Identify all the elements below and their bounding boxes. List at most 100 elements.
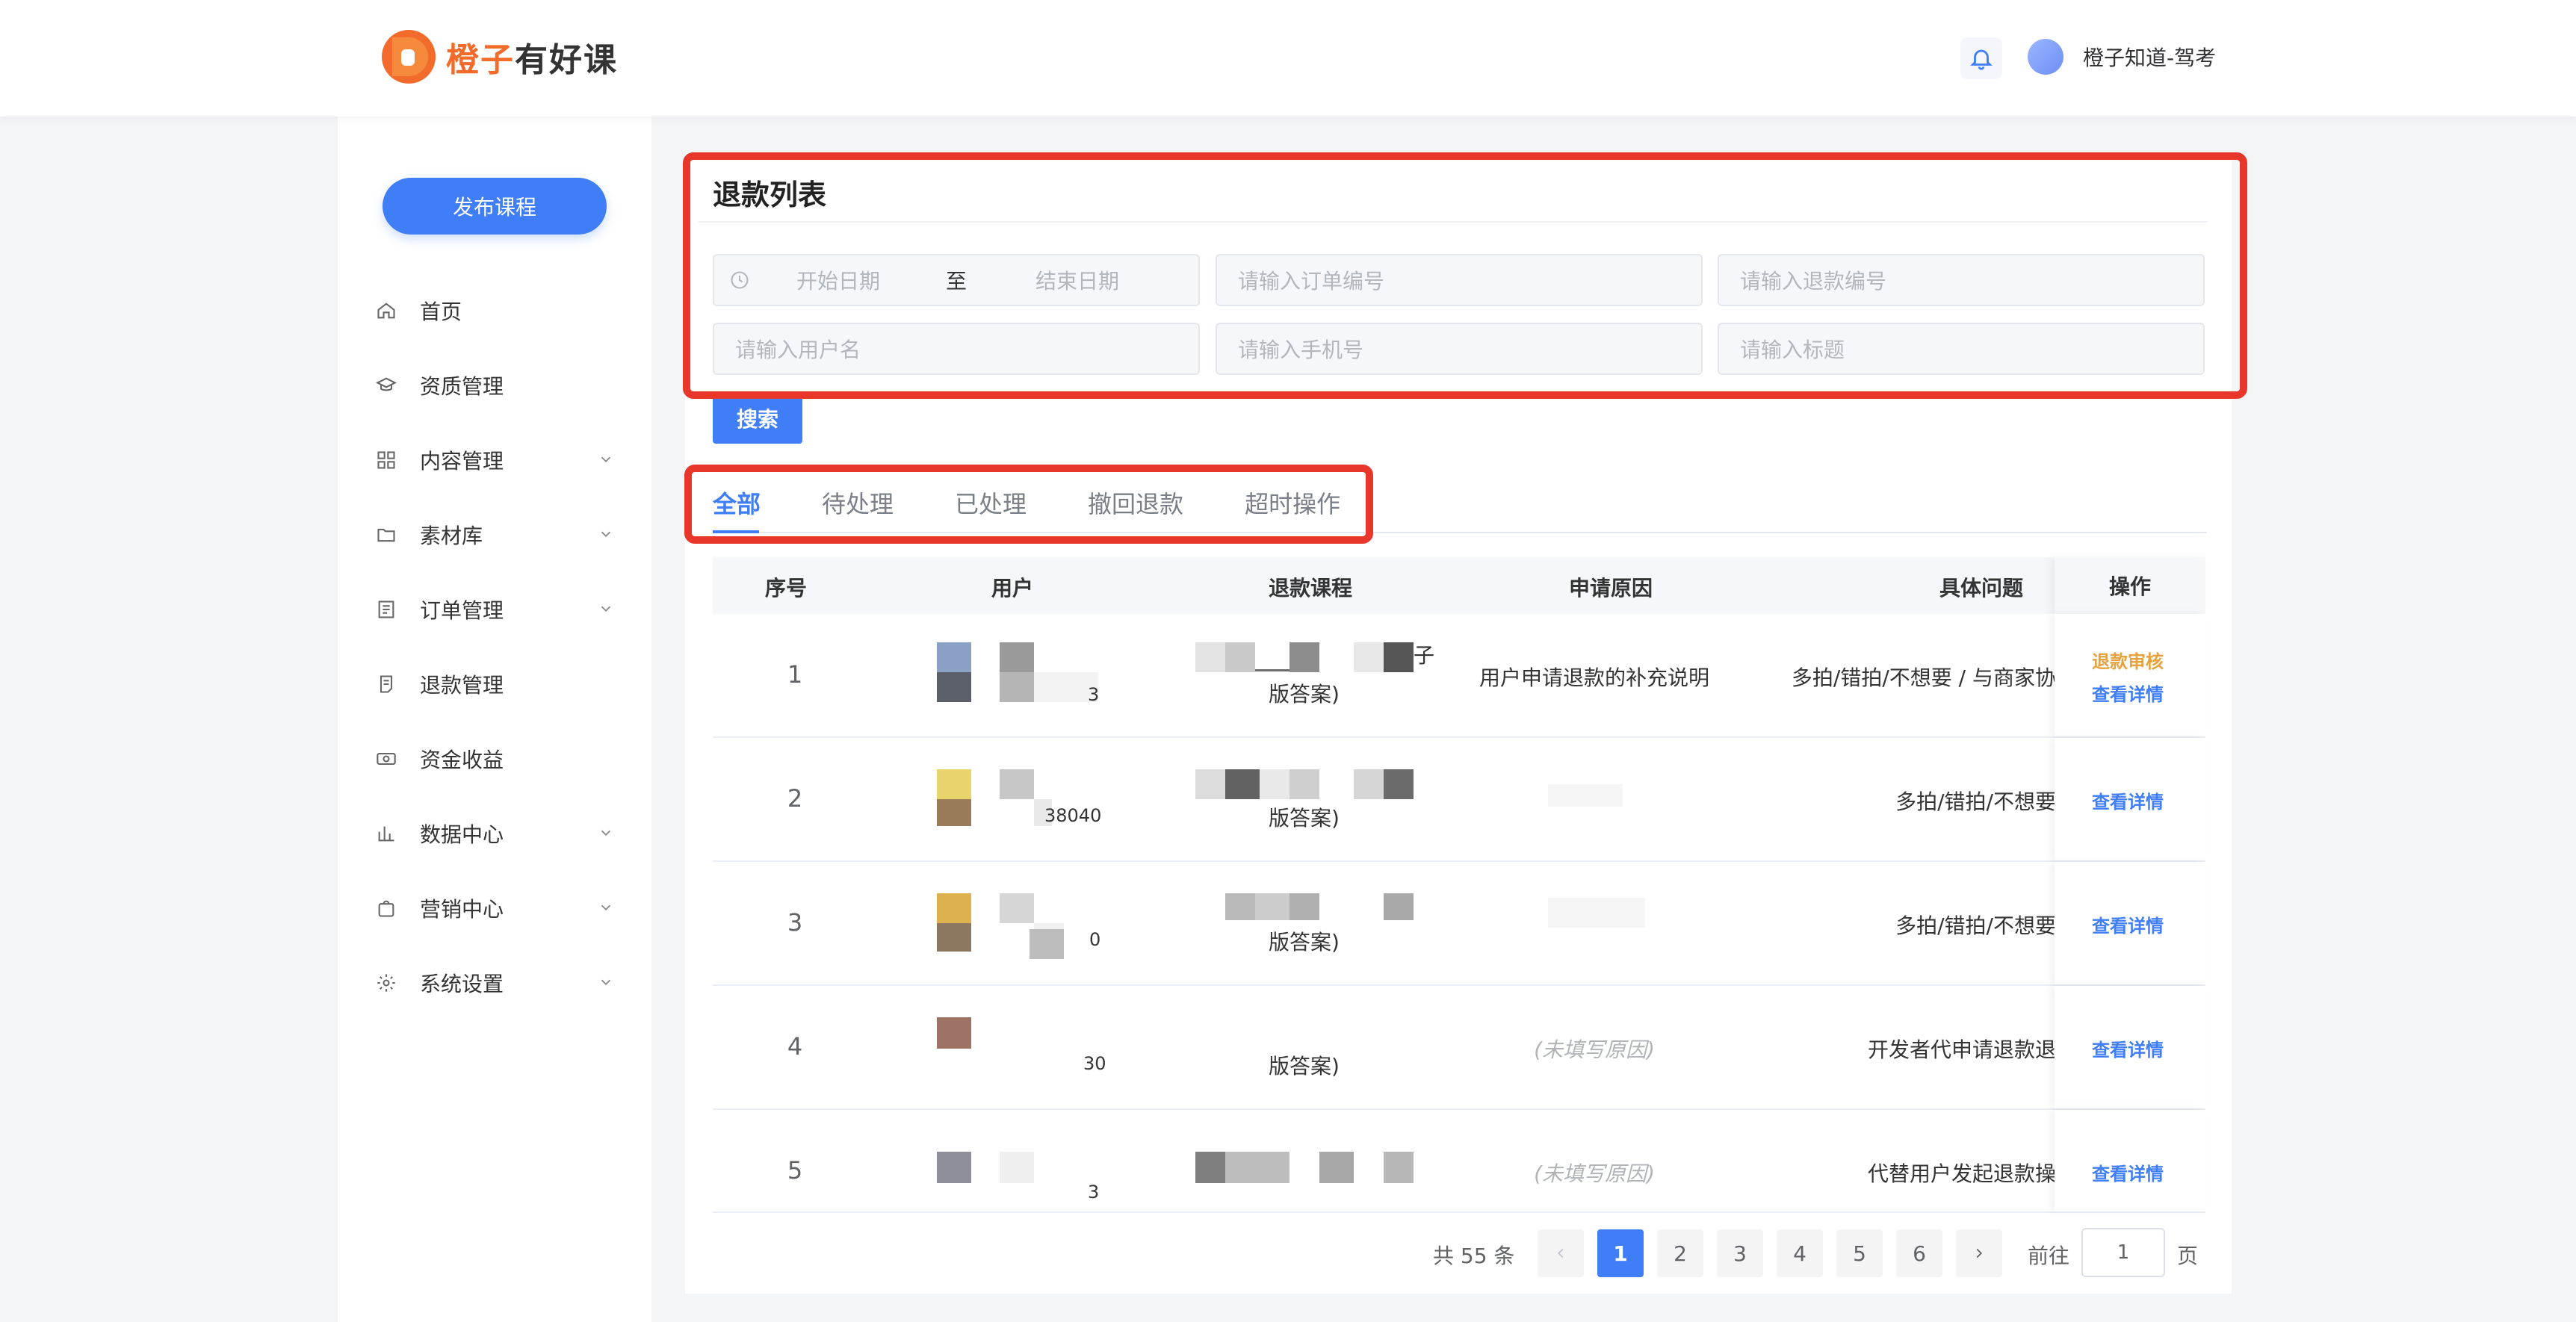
sidebar-item-settings[interactable]: 系统设置 xyxy=(375,946,622,1020)
prev-page-button[interactable] xyxy=(1538,1229,1584,1277)
order-icon xyxy=(375,598,397,621)
sidebar-item-orders[interactable]: 订单管理 xyxy=(375,572,622,647)
sidebar-item-label: 数据中心 xyxy=(420,822,504,847)
goto-label: 前往 xyxy=(2028,1244,2070,1268)
user-name-blur xyxy=(1000,642,1034,672)
column-header-user: 用户 xyxy=(991,576,1034,601)
problem-detail: 开发者代申请退款退 xyxy=(1867,1037,2056,1062)
graduation-cap-icon xyxy=(375,374,397,397)
apply-reason-blur xyxy=(1548,898,1645,928)
page-button-2[interactable]: 2 xyxy=(1657,1229,1703,1277)
chevron-down-icon xyxy=(601,904,611,911)
sidebar: 发布课程 首页 资质管理 内容管理 素材库 订单管理 退款管理 资金收益 数据中… xyxy=(338,117,651,1322)
row-index: 3 xyxy=(787,908,803,937)
bell-icon xyxy=(1970,49,1993,70)
avatar[interactable] xyxy=(2028,39,2063,75)
grid-icon xyxy=(375,449,397,471)
sidebar-item-refunds[interactable]: 退款管理 xyxy=(375,647,622,721)
row-actions: 查看详情 xyxy=(2055,738,2205,860)
goto-page-input[interactable]: 1 xyxy=(2081,1228,2165,1277)
refund-audit-link[interactable]: 退款审核 xyxy=(2092,647,2164,673)
user-avatar-blur xyxy=(937,1152,971,1183)
pagination-total: 共 55 条 xyxy=(1433,1244,1515,1268)
column-header-course: 退款课程 xyxy=(1269,576,1353,601)
folder-icon xyxy=(375,524,397,546)
view-detail-link[interactable]: 查看详情 xyxy=(2092,911,2164,937)
brand-name-orange: 橙子 xyxy=(446,41,515,79)
course-title-blur xyxy=(1289,769,1319,799)
sidebar-item-qualification[interactable]: 资质管理 xyxy=(375,348,622,423)
table-row: 4 30 版答案) (未填写原因) 开发者代申请退款退 查看详情 xyxy=(713,986,2205,1110)
next-page-button[interactable] xyxy=(1956,1229,2002,1277)
column-header-reason: 申请原因 xyxy=(1569,576,1653,601)
notification-button[interactable] xyxy=(1960,37,2002,79)
course-title: 版答案) xyxy=(1269,930,1340,955)
logo-icon xyxy=(377,25,440,88)
page-button-1[interactable]: 1 xyxy=(1597,1229,1644,1277)
sidebar-item-data-center[interactable]: 数据中心 xyxy=(375,796,622,871)
view-detail-link[interactable]: 查看详情 xyxy=(2092,787,2164,813)
view-detail-link[interactable]: 查看详情 xyxy=(2092,680,2164,706)
bar-chart-icon xyxy=(375,822,397,845)
user-avatar-blur xyxy=(937,893,971,923)
user-avatar-blur xyxy=(937,1017,971,1049)
search-button[interactable]: 搜索 xyxy=(713,393,802,444)
row-actions: 查看详情 xyxy=(2055,862,2205,984)
course-title-blur xyxy=(1225,1152,1289,1183)
chevron-right-icon xyxy=(1976,1248,1983,1259)
column-header-actions: 操作 xyxy=(2055,557,2205,614)
course-title-blur xyxy=(1384,642,1414,672)
page-button-6[interactable]: 6 xyxy=(1896,1229,1942,1277)
problem-detail: 多拍/错拍/不想要 xyxy=(1895,789,2056,814)
apply-reason-blur xyxy=(1548,784,1623,807)
sidebar-item-label: 资质管理 xyxy=(420,374,504,399)
sidebar-item-label: 营销中心 xyxy=(420,897,504,922)
sidebar-item-label: 退款管理 xyxy=(420,673,504,698)
course-title-extra: 子 xyxy=(1414,643,1435,668)
course-title-blur xyxy=(1195,642,1225,672)
sidebar-item-home[interactable]: 首页 xyxy=(375,273,622,348)
chevron-down-icon xyxy=(601,531,611,538)
course-title-blur xyxy=(1255,669,1289,671)
user-id-tail: 3 xyxy=(1088,684,1100,705)
course-title-blur xyxy=(1289,642,1319,672)
user-avatar-blur xyxy=(937,923,971,952)
course-title: 版答案) xyxy=(1269,682,1340,707)
sidebar-item-materials[interactable]: 素材库 xyxy=(375,497,622,572)
course-title-blur xyxy=(1195,769,1225,799)
problem-detail: 多拍/错拍/不想要 / 与商家协 xyxy=(1791,665,2056,690)
top-bar: 橙子有好课 橙子知道-驾考 xyxy=(0,0,2576,117)
sidebar-item-content[interactable]: 内容管理 xyxy=(375,423,622,497)
user-avatar-blur xyxy=(937,799,971,826)
sidebar-item-label: 首页 xyxy=(420,300,462,324)
user-id-tail: 30 xyxy=(1083,1053,1106,1074)
user-id-tail: 38040 xyxy=(1044,805,1102,826)
course-title-blur xyxy=(1384,1152,1414,1183)
page-button-3[interactable]: 3 xyxy=(1717,1229,1763,1277)
page-button-5[interactable]: 5 xyxy=(1836,1229,1883,1277)
course-title-blur xyxy=(1384,769,1414,799)
annotation-filter-box xyxy=(683,152,2247,399)
view-detail-link[interactable]: 查看详情 xyxy=(2092,1159,2164,1185)
apply-reason: 用户申请退款的补充说明 xyxy=(1479,665,1709,690)
chevron-left-icon xyxy=(1557,1248,1564,1259)
brand-logo[interactable]: 橙子有好课 xyxy=(377,25,618,88)
user-name[interactable]: 橙子知道-驾考 xyxy=(2083,42,2216,72)
row-index: 5 xyxy=(787,1156,803,1185)
course-title-blur xyxy=(1225,893,1255,920)
table-row: 1 3 子 版答案) 用户申请退款的补充说明 多拍/错拍/不想要 / 与商家协 … xyxy=(713,614,2205,738)
user-avatar-blur xyxy=(937,672,971,702)
publish-course-button[interactable]: 发布课程 xyxy=(383,178,607,235)
page-button-4[interactable]: 4 xyxy=(1777,1229,1823,1277)
row-index: 4 xyxy=(787,1032,803,1061)
row-actions: 退款审核 查看详情 xyxy=(2055,614,2205,736)
shopping-bag-icon xyxy=(375,897,397,919)
sidebar-item-earnings[interactable]: 资金收益 xyxy=(375,721,622,796)
apply-reason: (未填写原因) xyxy=(1534,1037,1655,1062)
apply-reason: (未填写原因) xyxy=(1534,1161,1655,1186)
chevron-down-icon xyxy=(601,606,611,612)
sidebar-item-marketing[interactable]: 营销中心 xyxy=(375,871,622,946)
course-title-blur xyxy=(1225,769,1260,799)
view-detail-link[interactable]: 查看详情 xyxy=(2092,1035,2164,1061)
chevron-down-icon xyxy=(601,979,611,986)
